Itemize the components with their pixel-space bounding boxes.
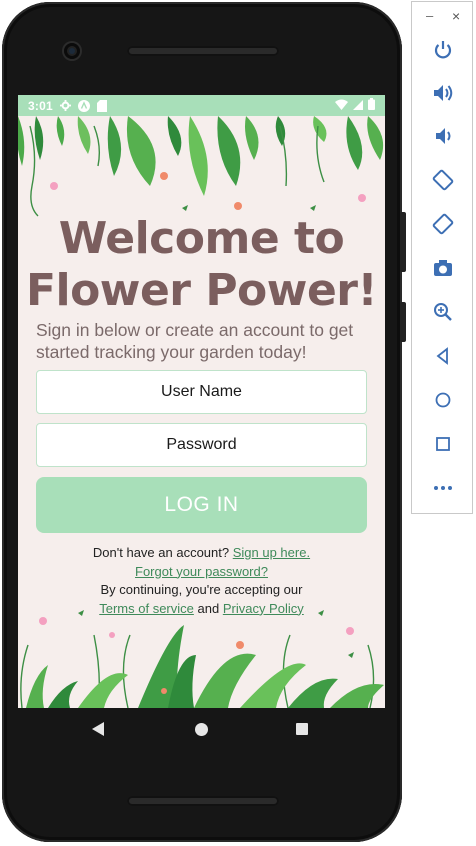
welcome-title: Welcome to Flower Power! — [18, 213, 385, 317]
password-input[interactable] — [37, 423, 366, 467]
username-input[interactable] — [37, 370, 366, 414]
emulator-toolbar: – × — [411, 1, 473, 514]
rotate-left-icon[interactable] — [431, 168, 455, 192]
back-nav-icon[interactable] — [92, 722, 104, 736]
more-icon[interactable] — [431, 476, 455, 500]
close-button[interactable]: × — [452, 8, 460, 24]
home-icon[interactable] — [431, 388, 455, 412]
top-foliage-decoration — [18, 116, 384, 217]
signal-icon — [353, 99, 363, 113]
auth-links: Don't have an account? Sign up here. For… — [18, 544, 385, 618]
power-icon[interactable] — [431, 38, 455, 62]
forgot-password-link[interactable]: Forgot your password? — [135, 564, 268, 579]
no-account-text: Don't have an account? — [92, 545, 230, 560]
home-nav-icon[interactable] — [195, 723, 208, 736]
toolbar-header: – × — [412, 8, 474, 24]
bottom-speaker — [127, 796, 279, 806]
terms-of-service-link[interactable]: Terms of service — [99, 601, 194, 616]
rotate-right-icon[interactable] — [431, 212, 455, 236]
username-field[interactable] — [36, 370, 367, 414]
title-line-2: Flower Power! — [25, 265, 378, 316]
status-bar: 3:01 — [18, 95, 385, 116]
status-time: 3:01 — [28, 98, 53, 113]
top-speaker — [127, 46, 279, 56]
navigation-bar — [18, 708, 385, 752]
app-screen: 3:01 Welcome to Flower Power! Sign in be… — [18, 95, 385, 708]
signup-link[interactable]: Sign up here. — [233, 545, 310, 560]
sd-card-icon — [96, 99, 107, 112]
side-button — [400, 302, 406, 342]
minimize-button[interactable]: – — [426, 8, 433, 23]
back-icon[interactable] — [431, 344, 455, 368]
side-button — [400, 212, 406, 272]
terms-row: Terms of service and Privacy Policy — [18, 600, 385, 619]
and-text: and — [197, 600, 220, 616]
volume-up-icon[interactable] — [431, 81, 455, 105]
app-notification-icon — [77, 99, 90, 112]
settings-icon — [59, 100, 71, 111]
welcome-subtitle: Sign in below or create an account to ge… — [36, 320, 354, 362]
terms-prefix: By continuing, you're accepting our — [100, 582, 303, 597]
password-field[interactable] — [36, 423, 367, 467]
wifi-icon — [335, 99, 348, 113]
camera-icon[interactable] — [431, 256, 455, 280]
signup-row: Don't have an account? Sign up here. — [18, 544, 385, 563]
front-camera — [64, 43, 80, 59]
recents-nav-icon[interactable] — [296, 723, 308, 735]
login-button[interactable]: LOG IN — [36, 477, 367, 533]
overview-icon[interactable] — [431, 432, 455, 456]
forgot-row: Forgot your password? — [18, 563, 385, 582]
privacy-policy-link[interactable]: Privacy Policy — [223, 601, 304, 616]
volume-down-icon[interactable] — [431, 124, 455, 148]
zoom-icon[interactable] — [431, 300, 455, 324]
title-line-1: Welcome to — [58, 213, 345, 264]
battery-icon — [368, 98, 375, 113]
